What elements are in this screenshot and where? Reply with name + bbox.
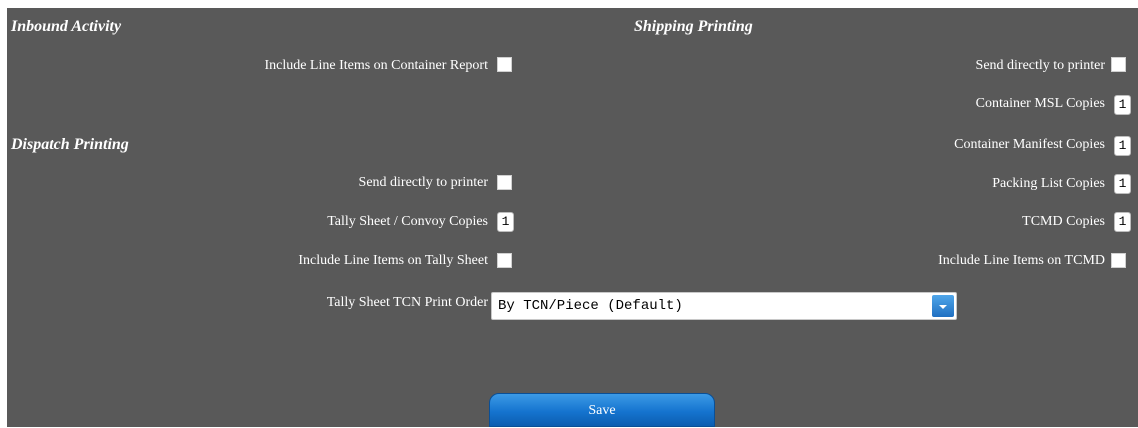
chevron-down-icon[interactable]: [932, 295, 954, 317]
manifest-copies-label: Container Manifest Copies: [954, 137, 1105, 152]
tally-copies-label: Tally Sheet / Convoy Copies: [327, 214, 488, 229]
save-button[interactable]: Save: [489, 393, 715, 427]
manifest-copies-input[interactable]: 1: [1114, 136, 1131, 156]
shipping-send-directly-checkbox[interactable]: [1111, 57, 1126, 72]
dispatch-send-directly-label: Send directly to printer: [358, 175, 488, 190]
msl-copies-input[interactable]: 1: [1114, 95, 1131, 115]
packing-list-copies-input[interactable]: 1: [1114, 174, 1131, 194]
settings-panel: Inbound Activity Include Line Items on C…: [7, 8, 1138, 427]
shipping-printing-title: Shipping Printing: [634, 18, 753, 35]
include-line-items-tally-label: Include Line Items on Tally Sheet: [298, 253, 488, 268]
include-line-items-tcmd-checkbox[interactable]: [1111, 253, 1126, 268]
shipping-send-directly-label: Send directly to printer: [975, 58, 1105, 73]
tcn-print-order-select[interactable]: By TCN/Piece (Default): [491, 292, 957, 320]
packing-list-copies-label: Packing List Copies: [992, 176, 1105, 191]
inbound-activity-title: Inbound Activity: [11, 18, 122, 35]
include-line-items-container-label: Include Line Items on Container Report: [264, 58, 488, 73]
tcmd-copies-input[interactable]: 1: [1114, 212, 1131, 232]
msl-copies-label: Container MSL Copies: [975, 96, 1105, 111]
include-line-items-tally-checkbox[interactable]: [497, 253, 512, 268]
tcn-print-order-value: By TCN/Piece (Default): [498, 298, 683, 314]
tcmd-copies-label: TCMD Copies: [1022, 214, 1105, 229]
dispatch-send-directly-checkbox[interactable]: [497, 175, 512, 190]
dispatch-printing-title: Dispatch Printing: [11, 136, 129, 153]
tcn-print-order-label: Tally Sheet TCN Print Order: [326, 295, 488, 310]
include-line-items-container-checkbox[interactable]: [497, 57, 512, 72]
include-line-items-tcmd-label: Include Line Items on TCMD: [938, 253, 1105, 268]
tally-copies-input[interactable]: 1: [497, 212, 514, 232]
